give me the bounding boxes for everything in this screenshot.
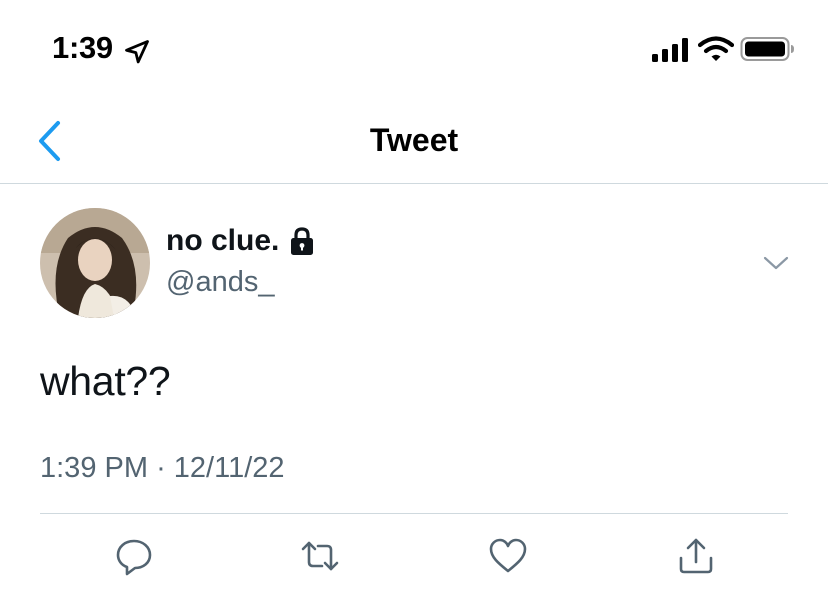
reply-icon — [116, 539, 152, 576]
wifi-icon — [698, 36, 734, 61]
retweet-icon — [301, 541, 339, 571]
tweet-date: 12/11/22 — [173, 452, 285, 484]
lock-icon — [291, 227, 314, 255]
reply-button[interactable] — [114, 536, 154, 576]
tweet-detail-screen: 1:39 Tweet no clue. @ands_ what?? 1:39 P… — [0, 0, 828, 599]
heart-icon — [489, 538, 527, 573]
like-button[interactable] — [488, 536, 528, 576]
tweet-time: 1:39 PM — [40, 452, 148, 484]
share-icon — [679, 538, 713, 574]
author-handle[interactable]: @ands_ — [166, 266, 274, 299]
nav-divider — [0, 183, 828, 184]
tweet-timestamp: 1:39 PM · 12/11/22 — [40, 452, 285, 485]
avatar[interactable] — [40, 208, 150, 318]
retweet-button[interactable] — [300, 536, 340, 576]
timestamp-separator: · — [156, 452, 166, 484]
location-arrow-icon — [125, 40, 149, 64]
author-name-row[interactable]: no clue. — [166, 224, 315, 258]
display-name[interactable]: no clue. — [166, 224, 279, 258]
chevron-down-icon[interactable] — [762, 254, 790, 272]
tweet-text: what?? — [40, 358, 171, 404]
cellular-signal-icon — [652, 38, 688, 62]
battery-icon — [740, 37, 794, 61]
share-button[interactable] — [676, 536, 716, 576]
action-divider — [40, 513, 788, 514]
page-title: Tweet — [369, 122, 459, 158]
status-time: 1:39 — [52, 30, 113, 65]
